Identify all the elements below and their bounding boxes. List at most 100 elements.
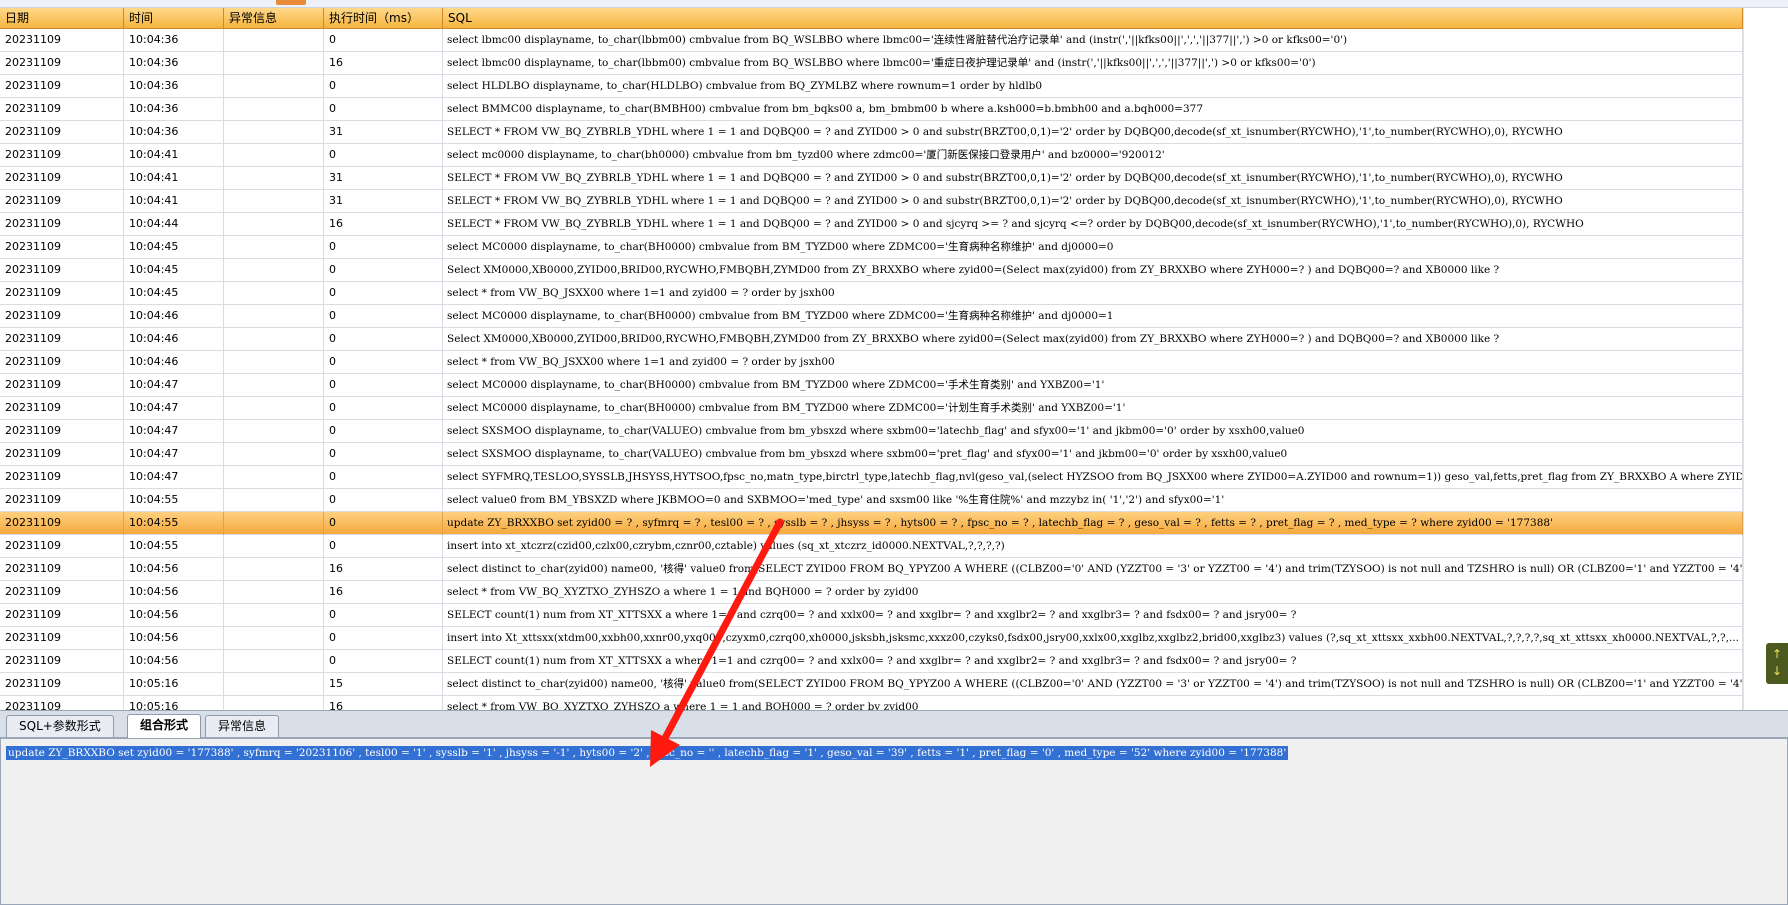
table-row[interactable]: 20231109 10:04:47 0 select MC0000 displayna… xyxy=(0,397,1743,420)
column-header-sql[interactable]: SQL xyxy=(443,8,1743,29)
tab-exception-info[interactable]: 异常信息 xyxy=(205,715,280,737)
cell-time: 10:04:45 xyxy=(124,259,224,282)
table-row[interactable]: 20231109 10:04:46 0 select MC0000 displayna… xyxy=(0,305,1743,328)
cell-date: 20231109 xyxy=(0,282,124,305)
table-row[interactable]: 20231109 10:04:46 0 select * from VW_BQ_JS… xyxy=(0,351,1743,374)
cell-sql: select SXSMOO displayname, to_char(VALUE… xyxy=(443,443,1743,466)
cell-time: 10:04:56 xyxy=(124,558,224,581)
cell-time: 10:04:47 xyxy=(124,397,224,420)
table-row[interactable]: 20231109 10:04:36 0 select lbmc00 displayna… xyxy=(0,29,1743,52)
column-header-time[interactable]: 时间 xyxy=(124,8,224,29)
cell-sql: select distinct to_char(zyid00) name00, … xyxy=(443,673,1743,696)
cell-time: 10:04:55 xyxy=(124,489,224,512)
table-row[interactable]: 20231109 10:04:56 0 insert into Xt_xttsxx(x… xyxy=(0,627,1743,650)
table-row[interactable]: 20231109 10:04:36 16 select lbmc00 displayn… xyxy=(0,52,1743,75)
cell-date: 20231109 xyxy=(0,397,124,420)
cell-sql: select mc0000 displayname, to_char(bh000… xyxy=(443,144,1743,167)
cell-exec-time: 0 xyxy=(324,604,443,627)
sql-log-grid: 日期 时间 异常信息 执行时间（ms） SQL 20231109 10:04:36… xyxy=(0,8,1788,710)
table-row[interactable]: 20231109 10:04:56 16 select * from VW_BQ_XY… xyxy=(0,581,1743,604)
cell-time: 10:04:56 xyxy=(124,650,224,673)
cell-exec-time: 31 xyxy=(324,167,443,190)
grid-body: 20231109 10:04:36 0 select lbmc00 displayna… xyxy=(0,29,1743,710)
cell-exec-time: 0 xyxy=(324,75,443,98)
table-row[interactable]: 20231109 10:04:56 0 SELECT count(1) num fr… xyxy=(0,650,1743,673)
cell-exec-time: 16 xyxy=(324,696,443,710)
table-row[interactable]: 20231109 10:04:47 0 select MC0000 displayna… xyxy=(0,374,1743,397)
cell-time: 10:04:56 xyxy=(124,581,224,604)
table-row[interactable]: 20231109 10:04:36 31 SELECT * FROM VW_BQ_ZY… xyxy=(0,121,1743,144)
table-row[interactable]: 20231109 10:04:44 16 SELECT * FROM VW_BQ_ZY… xyxy=(0,213,1743,236)
cell-sql: insert into xt_xtczrz(czid00,czlx00,czry… xyxy=(443,535,1743,558)
cell-sql: select MC0000 displayname, to_char(BH000… xyxy=(443,236,1743,259)
column-header-date[interactable]: 日期 xyxy=(0,8,124,29)
cell-error xyxy=(224,443,324,466)
cell-exec-time: 0 xyxy=(324,627,443,650)
toolbar-strip xyxy=(0,0,1788,8)
cell-date: 20231109 xyxy=(0,213,124,236)
toolbar-icon[interactable] xyxy=(276,0,306,5)
cell-date: 20231109 xyxy=(0,259,124,282)
cell-error xyxy=(224,328,324,351)
table-row[interactable]: 20231109 10:04:47 0 select SXSMOO displayna… xyxy=(0,420,1743,443)
sql-detail-pane[interactable]: update ZY_BRXXBO set zyid00 = '177388' ,… xyxy=(0,738,1788,905)
table-row[interactable]: 20231109 10:04:45 0 select MC0000 displayna… xyxy=(0,236,1743,259)
column-header-error[interactable]: 异常信息 xyxy=(224,8,324,29)
cell-sql: SELECT * FROM VW_BQ_ZYBRLB_YDHL where 1 … xyxy=(443,167,1743,190)
table-row[interactable]: 20231109 10:04:45 0 Select XM0000,XB0000,Z… xyxy=(0,259,1743,282)
cell-time: 10:04:46 xyxy=(124,351,224,374)
cell-exec-time: 0 xyxy=(324,29,443,52)
cell-error xyxy=(224,673,324,696)
cell-time: 10:04:47 xyxy=(124,466,224,489)
table-row[interactable]: 20231109 10:04:47 0 select SYFMRQ,TESLOO,SY… xyxy=(0,466,1743,489)
cell-time: 10:04:36 xyxy=(124,52,224,75)
cell-error xyxy=(224,167,324,190)
cell-date: 20231109 xyxy=(0,167,124,190)
cell-sql: select lbmc00 displayname, to_char(lbbm0… xyxy=(443,52,1743,75)
table-row[interactable]: 20231109 10:04:56 0 SELECT count(1) num fr… xyxy=(0,604,1743,627)
cell-error xyxy=(224,213,324,236)
down-arrow-icon[interactable]: ↓ xyxy=(1771,664,1783,678)
up-arrow-icon[interactable]: ↑ xyxy=(1771,647,1783,661)
column-header-exec-time[interactable]: 执行时间（ms） xyxy=(324,8,443,29)
cell-exec-time: 0 xyxy=(324,650,443,673)
cell-time: 10:04:56 xyxy=(124,604,224,627)
table-row[interactable]: 20231109 10:04:55 0 insert into xt_xtczrz(c… xyxy=(0,535,1743,558)
table-row[interactable]: 20231109 10:05:16 16 select * from VW_BQ_XY… xyxy=(0,696,1743,710)
tab-combined[interactable]: 组合形式 xyxy=(127,714,202,738)
table-row[interactable]: 20231109 10:04:56 16 select distinct to_ch… xyxy=(0,558,1743,581)
cell-exec-time: 0 xyxy=(324,351,443,374)
cell-exec-time: 16 xyxy=(324,558,443,581)
combined-sql-text[interactable]: update ZY_BRXXBO set zyid00 = '177388' ,… xyxy=(6,746,1289,760)
table-row[interactable]: 20231109 10:04:36 0 select BMMC00 displayna… xyxy=(0,98,1743,121)
table-row[interactable]: 20231109 10:05:16 15 select distinct to_ch… xyxy=(0,673,1743,696)
cell-sql: select MC0000 displayname, to_char(BH000… xyxy=(443,397,1743,420)
table-row[interactable]: 20231109 10:04:47 0 select SXSMOO displayna… xyxy=(0,443,1743,466)
cell-date: 20231109 xyxy=(0,466,124,489)
tab-sql-params[interactable]: SQL+参数形式 xyxy=(6,715,114,737)
table-row[interactable]: 20231109 10:04:36 0 select HLDLBO displayna… xyxy=(0,75,1743,98)
table-row[interactable]: 20231109 10:04:41 0 select mc0000 displayna… xyxy=(0,144,1743,167)
cell-date: 20231109 xyxy=(0,75,124,98)
cell-sql: select SYFMRQ,TESLOO,SYSSLB,JHSYSS,HYTSO… xyxy=(443,466,1743,489)
cell-time: 10:04:47 xyxy=(124,420,224,443)
cell-error xyxy=(224,420,324,443)
table-row[interactable]: 20231109 10:04:41 31 SELECT * FROM VW_BQ_ZY… xyxy=(0,167,1743,190)
table-row[interactable]: 20231109 10:04:46 0 Select XM0000,XB0000,Z… xyxy=(0,328,1743,351)
table-row[interactable]: 20231109 10:04:45 0 select * from VW_BQ_JS… xyxy=(0,282,1743,305)
table-row[interactable]: 20231109 10:04:41 31 SELECT * FROM VW_BQ_ZY… xyxy=(0,190,1743,213)
cell-exec-time: 0 xyxy=(324,489,443,512)
cell-exec-time: 0 xyxy=(324,282,443,305)
cell-time: 10:04:45 xyxy=(124,282,224,305)
table-row[interactable]: 20231109 10:04:55 0 select value0 from BM_Y… xyxy=(0,489,1743,512)
cell-exec-time: 0 xyxy=(324,144,443,167)
table-row-selected[interactable]: 20231109 10:04:55 0 update ZY_BRXXBO set zy… xyxy=(0,512,1743,535)
cell-time: 10:04:46 xyxy=(124,305,224,328)
cell-sql: insert into Xt_xttsxx(xtdm00,xxbh00,xxnr… xyxy=(443,627,1743,650)
cell-time: 10:04:41 xyxy=(124,144,224,167)
cell-exec-time: 0 xyxy=(324,397,443,420)
cell-sql: update ZY_BRXXBO set zyid00 = ? , syfmrq… xyxy=(443,512,1743,535)
cell-exec-time: 0 xyxy=(324,420,443,443)
cell-exec-time: 0 xyxy=(324,443,443,466)
scroll-buttons[interactable]: ↑ ↓ xyxy=(1766,643,1788,684)
